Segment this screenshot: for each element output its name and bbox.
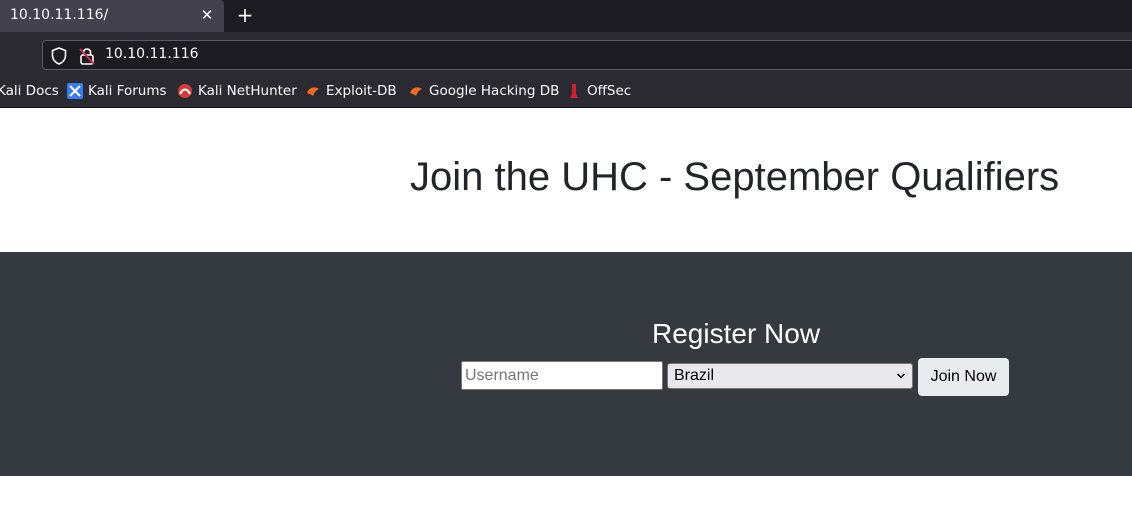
bookmark-exploit-db[interactable]: Exploit-DB [305,83,397,99]
bookmark-label: Kali Docs [0,83,59,99]
exploit-db-icon [307,87,319,96]
address-bar[interactable]: 10.10.11.116 [42,40,1132,70]
bookmark-offsec[interactable]: OffSec [566,83,631,99]
bookmarks-toolbar: Kali Docs Kali Forums Kali NetHunter Exp… [0,77,1132,108]
exploit-db-icon [410,87,422,96]
register-heading: Register Now [652,318,821,349]
country-selected-value: Brazil [674,367,715,384]
kali-nethunter-icon [178,84,192,98]
bookmark-google-hacking-db[interactable]: Google Hacking DB [408,83,559,99]
bookmark-kali-nethunter[interactable]: Kali NetHunter [177,83,297,99]
tab-strip: 10.10.11.116/ ✕ + [0,0,1132,32]
bookmark-label: Exploit-DB [326,83,397,99]
shield-icon[interactable] [51,47,67,65]
offsec-icon [570,84,578,98]
bookmark-label: Kali Forums [88,83,167,99]
bookmark-label: OffSec [587,83,632,99]
new-tab-icon[interactable]: + [234,4,256,26]
close-tab-icon[interactable]: ✕ [198,5,216,25]
bookmark-kali-docs[interactable]: Kali Docs [0,83,59,99]
url-text: 10.10.11.116 [105,46,199,62]
tab-title: 10.10.11.116/ [10,7,109,23]
navigation-toolbar: 10.10.11.116 [0,32,1132,77]
bookmark-label: Kali NetHunter [198,83,297,99]
join-now-button[interactable]: Join Now [918,358,1009,396]
kali-forums-icon [67,83,83,99]
insecure-lock-icon[interactable] [79,47,95,65]
country-select[interactable]: Brazil [667,363,913,389]
page-title: Join the UHC - September Qualifiers [410,155,1060,199]
username-input[interactable] [461,361,663,390]
bookmark-kali-forums[interactable]: Kali Forums [67,83,167,99]
bookmark-label: Google Hacking DB [429,83,560,99]
chevron-down-icon [896,373,906,379]
browser-tab[interactable]: 10.10.11.116/ ✕ [0,0,224,32]
